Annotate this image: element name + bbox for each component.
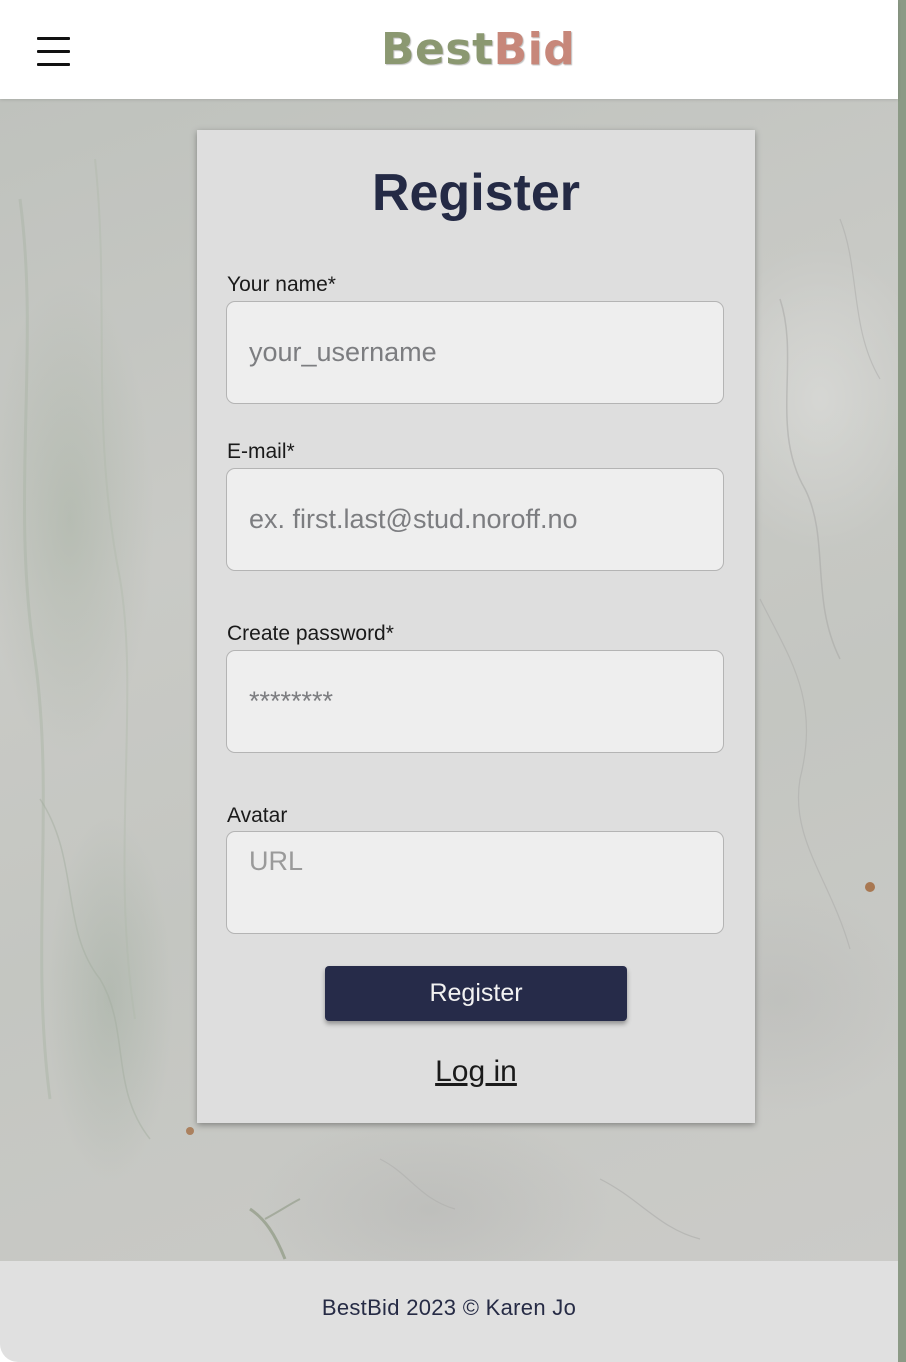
password-input[interactable] bbox=[226, 650, 724, 753]
site-logo[interactable]: BestBid bbox=[381, 22, 575, 78]
menu-bar bbox=[37, 50, 70, 53]
name-input[interactable] bbox=[226, 301, 724, 404]
password-label: Create password* bbox=[227, 622, 394, 645]
register-form-card: Register Your name* E-mail* Create passw… bbox=[197, 130, 755, 1123]
email-label: E-mail* bbox=[227, 440, 295, 463]
logo-text-bid: Bid bbox=[493, 24, 576, 75]
email-input[interactable] bbox=[226, 468, 724, 571]
login-link-container: Log in bbox=[197, 1054, 755, 1090]
site-header: BestBid bbox=[0, 0, 898, 99]
avatar-label: Avatar bbox=[227, 804, 288, 827]
footer-copyright: BestBid 2023 © Karen Jo bbox=[321, 1295, 577, 1320]
logo-text-best: Best bbox=[381, 24, 494, 75]
name-label: Your name* bbox=[227, 273, 336, 296]
login-link[interactable]: Log in bbox=[435, 1055, 517, 1088]
hamburger-menu-icon[interactable] bbox=[37, 37, 70, 67]
page-title: Register bbox=[371, 164, 581, 222]
avatar-url-input[interactable] bbox=[226, 831, 724, 934]
register-button[interactable]: Register bbox=[325, 966, 627, 1021]
menu-bar bbox=[37, 63, 70, 66]
menu-bar bbox=[37, 37, 70, 40]
page: BestBid Register Your name* E-mail* Crea… bbox=[0, 0, 898, 1362]
site-footer: BestBid 2023 © Karen Jo bbox=[0, 1261, 898, 1362]
